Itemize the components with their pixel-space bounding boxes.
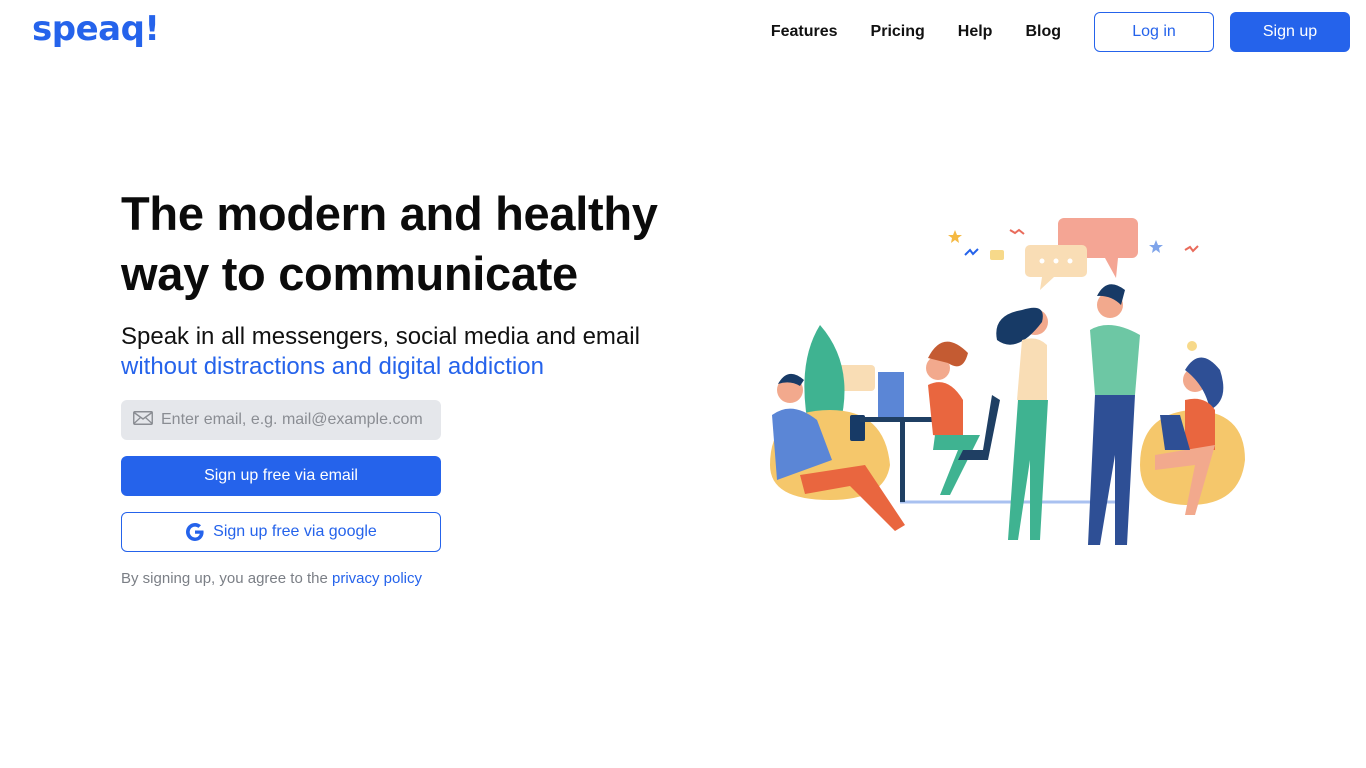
lightbulb-icon	[1187, 341, 1197, 351]
hero-headline: The modern and healthy way to communicat…	[121, 184, 681, 304]
headline-line-2: way to communicate	[121, 247, 578, 300]
top-nav: Features Pricing Help Blog Log in Sign u…	[771, 12, 1350, 52]
email-field-container[interactable]	[121, 400, 441, 440]
hero-subheading-accent: without distractions and digital addicti…	[121, 353, 544, 380]
nav-link-pricing[interactable]: Pricing	[871, 23, 925, 41]
star-icon	[1149, 240, 1163, 253]
confetti-squiggle	[1009, 228, 1025, 235]
chair	[958, 395, 1000, 460]
google-button-label: Sign up free via google	[213, 523, 377, 540]
terms-text: By signing up, you agree to the privacy …	[121, 570, 681, 587]
person	[928, 382, 963, 440]
laptop-icon	[878, 372, 904, 417]
person	[1017, 338, 1047, 400]
confetti-squiggle	[1184, 245, 1199, 253]
email-input[interactable]	[161, 411, 431, 429]
login-button[interactable]: Log in	[1094, 12, 1214, 52]
privacy-policy-link[interactable]: privacy policy	[332, 570, 422, 587]
signup-google-button[interactable]: Sign up free via google	[121, 512, 441, 552]
nav-link-features[interactable]: Features	[771, 23, 838, 41]
hero-section: The modern and healthy way to communicat…	[121, 184, 681, 587]
confetti-squiggle	[964, 248, 979, 256]
speaq-logo[interactable]: speaq!	[32, 12, 160, 46]
person	[1090, 325, 1140, 395]
nav-link-help[interactable]: Help	[958, 23, 993, 41]
hero-subheading: Speak in all messengers, social media an…	[121, 323, 640, 350]
google-icon	[185, 522, 205, 542]
star-icon	[948, 230, 962, 243]
headline-line-1: The modern and healthy	[121, 187, 658, 240]
terms-prefix: By signing up, you agree to the	[121, 570, 328, 587]
signup-email-button[interactable]: Sign up free via email	[121, 456, 441, 496]
coffee-cup-icon	[990, 250, 1004, 260]
nav-link-blog[interactable]: Blog	[1025, 23, 1061, 41]
signup-button[interactable]: Sign up	[1230, 12, 1350, 52]
people-communicating-illustration	[770, 218, 1245, 545]
envelope-icon	[133, 410, 153, 430]
person	[1185, 398, 1215, 450]
